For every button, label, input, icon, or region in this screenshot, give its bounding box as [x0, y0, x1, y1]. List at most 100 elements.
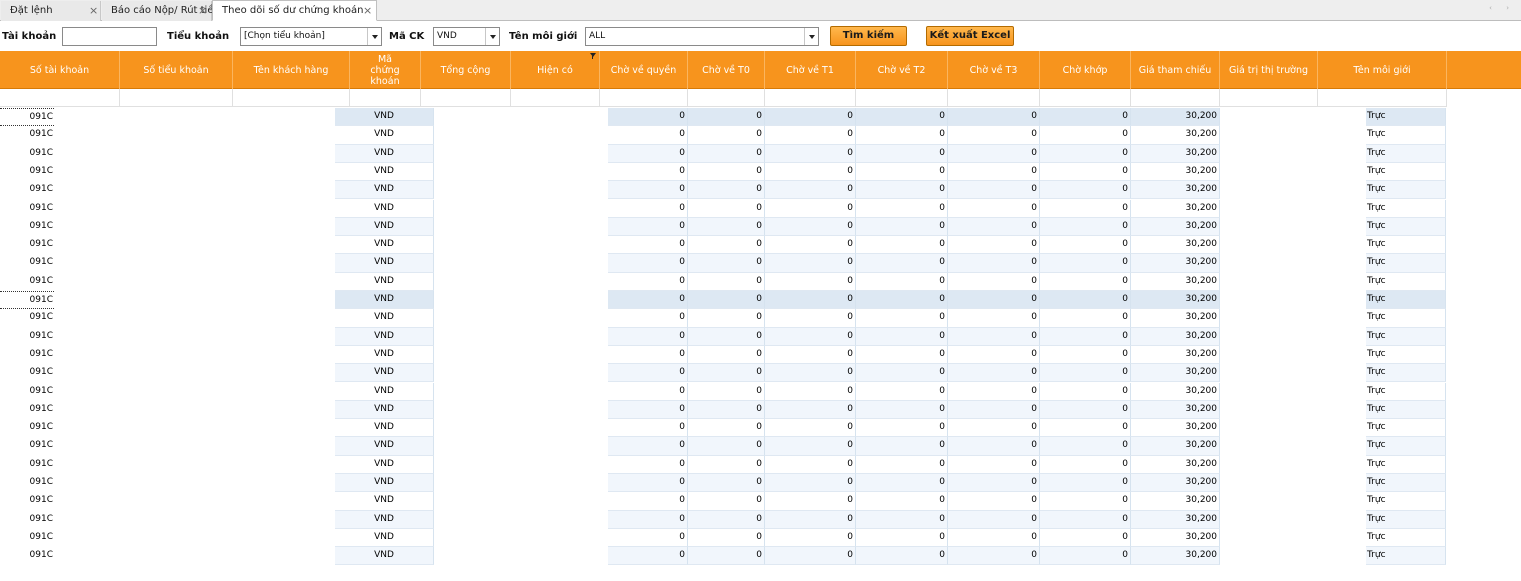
- cho-khop-cell[interactable]: 0: [1040, 162, 1131, 182]
- cho-ve-quyen-cell[interactable]: 0: [608, 236, 688, 255]
- filter-cell[interactable]: [856, 89, 948, 107]
- broker-cell[interactable]: Trực: [1366, 419, 1446, 438]
- broker-cell[interactable]: Trực: [1366, 236, 1446, 255]
- column-header[interactable]: Giá trị thị trường: [1220, 51, 1318, 89]
- t3-cell[interactable]: 0: [948, 199, 1040, 218]
- filter-cell[interactable]: [1318, 89, 1447, 107]
- cho-khop-cell[interactable]: 0: [1040, 199, 1131, 218]
- cho-khop-cell[interactable]: 0: [1040, 345, 1131, 365]
- gia-tham-chieu-cell[interactable]: 30,200: [1131, 236, 1220, 255]
- filter-cell[interactable]: [948, 89, 1040, 107]
- stock-code-select[interactable]: VND: [433, 27, 500, 46]
- account-cell[interactable]: 091C: [0, 328, 54, 346]
- gia-tham-chieu-cell[interactable]: 30,200: [1131, 364, 1220, 383]
- gia-tham-chieu-cell[interactable]: 30,200: [1131, 400, 1220, 420]
- symbol-cell[interactable]: VND: [335, 236, 434, 255]
- gia-tham-chieu-cell[interactable]: 30,200: [1131, 455, 1220, 474]
- cho-ve-quyen-cell[interactable]: 0: [608, 419, 688, 438]
- t2-cell[interactable]: 0: [856, 181, 948, 200]
- symbol-cell[interactable]: VND: [335, 474, 434, 493]
- cho-khop-cell[interactable]: 0: [1040, 291, 1131, 310]
- broker-cell[interactable]: Trực: [1366, 144, 1446, 163]
- cho-ve-quyen-cell[interactable]: 0: [608, 309, 688, 328]
- table-row[interactable]: 091C VND 0 0 0 0 0 0 30,200 Trực: [0, 162, 1521, 182]
- gia-tham-chieu-cell[interactable]: 30,200: [1131, 492, 1220, 511]
- t3-cell[interactable]: 0: [948, 162, 1040, 182]
- table-row[interactable]: 091C VND 0 0 0 0 0 0 30,200 Trực: [0, 199, 1521, 218]
- t2-cell[interactable]: 0: [856, 236, 948, 255]
- t0-cell[interactable]: 0: [688, 217, 765, 237]
- symbol-cell[interactable]: VND: [335, 327, 434, 346]
- cho-khop-cell[interactable]: 0: [1040, 492, 1131, 511]
- column-header[interactable]: Chờ về quyền: [600, 51, 688, 89]
- table-row[interactable]: 091C VND 0 0 0 0 0 0 30,200 Trực: [0, 382, 1521, 401]
- chevron-down-icon[interactable]: [367, 28, 381, 45]
- table-row[interactable]: 091C VND 0 0 0 0 0 0 30,200 Trực: [0, 327, 1521, 346]
- t2-cell[interactable]: 0: [856, 400, 948, 420]
- symbol-cell[interactable]: VND: [335, 272, 434, 291]
- t2-cell[interactable]: 0: [856, 162, 948, 182]
- filter-cell[interactable]: [0, 89, 120, 107]
- table-row[interactable]: 091C VND 0 0 0 0 0 0 30,200 Trực: [0, 455, 1521, 474]
- account-cell[interactable]: 091C: [0, 200, 54, 218]
- table-row[interactable]: 091C VND 0 0 0 0 0 0 30,200 Trực: [0, 547, 1521, 566]
- symbol-cell[interactable]: VND: [335, 108, 434, 127]
- account-cell[interactable]: 091C: [0, 181, 54, 199]
- cho-ve-quyen-cell[interactable]: 0: [608, 528, 688, 548]
- t1-cell[interactable]: 0: [765, 437, 856, 456]
- gia-tham-chieu-cell[interactable]: 30,200: [1131, 419, 1220, 438]
- t1-cell[interactable]: 0: [765, 455, 856, 474]
- t0-cell[interactable]: 0: [688, 364, 765, 383]
- broker-cell[interactable]: Trực: [1366, 327, 1446, 346]
- broker-cell[interactable]: Trực: [1366, 108, 1446, 127]
- column-header[interactable]: Số tiểu khoản: [120, 51, 233, 89]
- symbol-cell[interactable]: VND: [335, 144, 434, 163]
- gia-tham-chieu-cell[interactable]: 30,200: [1131, 144, 1220, 163]
- t3-cell[interactable]: 0: [948, 382, 1040, 401]
- cho-khop-cell[interactable]: 0: [1040, 108, 1131, 127]
- broker-cell[interactable]: Trực: [1366, 510, 1446, 529]
- t2-cell[interactable]: 0: [856, 382, 948, 401]
- broker-cell[interactable]: Trực: [1366, 272, 1446, 291]
- t3-cell[interactable]: 0: [948, 126, 1040, 145]
- gia-tham-chieu-cell[interactable]: 30,200: [1131, 217, 1220, 237]
- t0-cell[interactable]: 0: [688, 400, 765, 420]
- cho-ve-quyen-cell[interactable]: 0: [608, 144, 688, 163]
- account-cell[interactable]: 091C: [0, 218, 54, 236]
- gia-tham-chieu-cell[interactable]: 30,200: [1131, 345, 1220, 365]
- account-cell[interactable]: 091C: [0, 401, 54, 419]
- gia-tham-chieu-cell[interactable]: 30,200: [1131, 254, 1220, 273]
- symbol-cell[interactable]: VND: [335, 126, 434, 145]
- cho-ve-quyen-cell[interactable]: 0: [608, 492, 688, 511]
- t1-cell[interactable]: 0: [765, 364, 856, 383]
- close-icon[interactable]: ×: [89, 1, 98, 20]
- filter-cell[interactable]: [1131, 89, 1220, 107]
- gia-tham-chieu-cell[interactable]: 30,200: [1131, 199, 1220, 218]
- t3-cell[interactable]: 0: [948, 181, 1040, 200]
- column-header[interactable]: Số tài khoản: [0, 51, 120, 89]
- account-cell[interactable]: 091C: [0, 126, 54, 144]
- filter-cell[interactable]: [765, 89, 856, 107]
- t2-cell[interactable]: 0: [856, 492, 948, 511]
- t0-cell[interactable]: 0: [688, 199, 765, 218]
- t0-cell[interactable]: 0: [688, 455, 765, 474]
- t1-cell[interactable]: 0: [765, 492, 856, 511]
- table-row[interactable]: 091C VND 0 0 0 0 0 0 30,200 Trực: [0, 437, 1521, 456]
- t2-cell[interactable]: 0: [856, 217, 948, 237]
- t0-cell[interactable]: 0: [688, 236, 765, 255]
- t3-cell[interactable]: 0: [948, 144, 1040, 163]
- filter-cell[interactable]: [350, 89, 421, 107]
- symbol-cell[interactable]: VND: [335, 309, 434, 328]
- gia-tham-chieu-cell[interactable]: 30,200: [1131, 309, 1220, 328]
- t1-cell[interactable]: 0: [765, 291, 856, 310]
- cho-ve-quyen-cell[interactable]: 0: [608, 474, 688, 493]
- t0-cell[interactable]: 0: [688, 419, 765, 438]
- t3-cell[interactable]: 0: [948, 455, 1040, 474]
- t2-cell[interactable]: 0: [856, 528, 948, 548]
- symbol-cell[interactable]: VND: [335, 528, 434, 548]
- t3-cell[interactable]: 0: [948, 345, 1040, 365]
- t1-cell[interactable]: 0: [765, 510, 856, 529]
- table-row[interactable]: 091C VND 0 0 0 0 0 0 30,200 Trực: [0, 108, 1521, 127]
- t2-cell[interactable]: 0: [856, 345, 948, 365]
- t3-cell[interactable]: 0: [948, 309, 1040, 328]
